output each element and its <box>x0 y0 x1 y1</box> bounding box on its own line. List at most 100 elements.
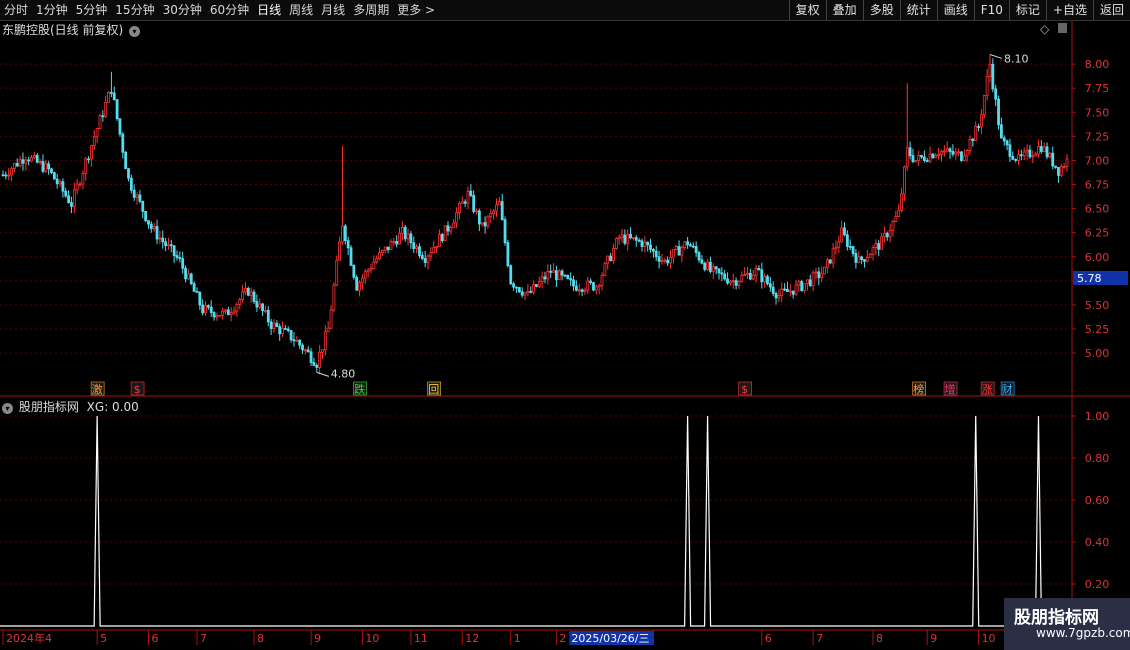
candle-body <box>1059 166 1063 176</box>
candle-body <box>155 226 159 240</box>
candle-body <box>560 270 564 276</box>
tool-button-2[interactable]: 多股 <box>862 0 900 20</box>
candle-body <box>900 193 903 211</box>
candle-body <box>654 250 658 258</box>
candle-body <box>860 256 864 260</box>
candle-body <box>369 268 373 271</box>
chevron-down-icon[interactable]: ▾ <box>2 403 13 414</box>
tool-button-6[interactable]: 标记 <box>1008 0 1046 20</box>
candle-body <box>323 331 327 351</box>
period-tab-3[interactable]: 15分钟 <box>111 0 158 20</box>
candle-body <box>694 246 698 254</box>
function-buttons: 复权 叠加 多股 统计 画线 F10 标记 +自选 返回 <box>788 0 1130 20</box>
candle-body <box>1022 151 1026 157</box>
candle-body <box>1017 154 1020 161</box>
candle-body <box>55 178 59 185</box>
candle-body <box>489 213 493 218</box>
candle-body <box>149 223 153 229</box>
period-tab-6[interactable]: 日线 <box>253 0 285 20</box>
candle-body <box>158 237 162 240</box>
candle-body <box>997 98 1000 126</box>
candle-body <box>629 233 632 239</box>
period-tab-7[interactable]: 周线 <box>285 0 317 20</box>
period-tab-8[interactable]: 月线 <box>317 0 349 20</box>
candle-body <box>264 310 267 312</box>
candle-body <box>925 160 929 162</box>
candle-body <box>934 155 938 159</box>
candle-body <box>706 261 709 270</box>
chart-canvas[interactable]: 8.007.757.507.257.006.756.506.256.005.75… <box>0 0 1130 650</box>
candle-body <box>272 322 276 329</box>
candle-body <box>957 151 961 154</box>
candle-body <box>235 303 239 312</box>
candle-body <box>911 155 915 162</box>
tool-button-5[interactable]: F10 <box>973 0 1009 20</box>
candle-body <box>572 279 575 287</box>
candle-body <box>281 328 284 335</box>
candle-body <box>443 225 447 242</box>
candle-body <box>495 204 498 212</box>
candle-body <box>201 304 205 314</box>
candle-body <box>731 280 735 283</box>
candle-body <box>814 271 818 274</box>
high-label: 8.10 <box>1004 52 1028 65</box>
period-tab-9[interactable]: 多周期 <box>349 0 393 20</box>
candle-body <box>1065 158 1069 167</box>
candle-body <box>626 233 630 244</box>
panel-menu-icon[interactable] <box>1058 22 1067 36</box>
period-tab-2[interactable]: 5分钟 <box>72 0 112 20</box>
candle-body <box>132 189 136 198</box>
candle-body <box>164 241 167 247</box>
candle-body <box>797 281 801 286</box>
candle-body <box>50 168 53 173</box>
candle-body <box>637 239 641 242</box>
candle-body <box>877 243 881 250</box>
candle-body <box>751 274 755 280</box>
candle-body <box>569 278 573 281</box>
candle-body <box>851 246 855 254</box>
candle-body <box>375 258 379 263</box>
tool-button-7[interactable]: +自选 <box>1045 0 1093 20</box>
tool-button-4[interactable]: 画线 <box>936 0 974 20</box>
price-tick-label: 6.25 <box>1085 227 1110 240</box>
candle-body <box>535 284 538 287</box>
candle-body <box>920 155 923 158</box>
indicator-tick-label: 0.40 <box>1085 536 1110 549</box>
tool-button-8[interactable]: 返回 <box>1092 0 1130 20</box>
candle-body <box>737 280 741 286</box>
period-tab-5[interactable]: 60分钟 <box>206 0 253 20</box>
period-tab-10[interactable]: 更多 > <box>393 0 439 20</box>
chevron-down-icon[interactable]: ▾ <box>129 26 141 37</box>
candle-body <box>75 183 79 191</box>
period-tab-1[interactable]: 1分钟 <box>32 0 72 20</box>
watermark-title: 股朋指标网 <box>1014 608 1099 628</box>
tool-button-3[interactable]: 统计 <box>899 0 937 20</box>
period-tab-0[interactable]: 分时 <box>0 0 32 20</box>
candle-body <box>415 246 419 249</box>
candle-body <box>189 273 193 285</box>
candle-body <box>834 246 838 250</box>
candle-body <box>204 305 207 314</box>
indicator-tick-label: 0.20 <box>1085 578 1110 591</box>
candle-body <box>469 190 473 196</box>
candle-body <box>192 283 196 292</box>
period-tab-4[interactable]: 30分钟 <box>159 0 206 20</box>
candle-body <box>848 245 852 248</box>
indicator-value: XG: 0.00 <box>86 400 139 414</box>
tool-button-0[interactable]: 复权 <box>788 0 826 20</box>
candle-body <box>152 226 156 229</box>
candle-body <box>432 246 436 253</box>
candle-body <box>35 155 39 163</box>
candle-body <box>709 261 712 272</box>
candle-body <box>1054 165 1057 168</box>
tool-button-1[interactable]: 叠加 <box>825 0 863 20</box>
candle-body <box>84 158 88 174</box>
time-tick-label: 2 <box>559 632 566 645</box>
candle-body <box>366 269 370 273</box>
candle-body <box>392 240 396 243</box>
candle-body <box>515 286 518 289</box>
candle-body <box>87 158 90 161</box>
candle-body <box>968 138 972 151</box>
diamond-icon[interactable]: ◇ <box>1040 22 1049 36</box>
candle-body <box>868 253 872 258</box>
